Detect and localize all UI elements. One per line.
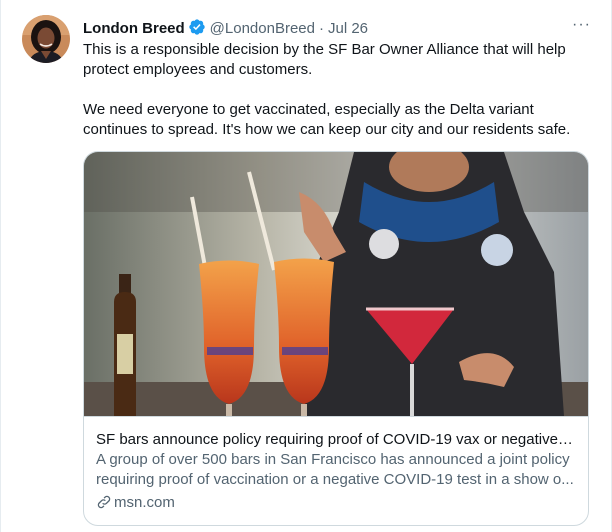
- link-preview-description: A group of over 500 bars in San Francisc…: [96, 451, 574, 488]
- tweet-paragraph-1: This is a responsible decision by the SF…: [83, 41, 566, 78]
- tweet-text: This is a responsible decision by the SF…: [83, 40, 588, 140]
- tweet-paragraph-2: We need everyone to get vaccinated, espe…: [83, 101, 571, 138]
- link-preview-card[interactable]: SF bars announce policy requiring proof …: [83, 151, 589, 526]
- link-preview-meta: SF bars announce policy requiring proof …: [84, 416, 588, 516]
- separator-dot: ·: [318, 20, 324, 37]
- tweet-timestamp[interactable]: Jul 26: [328, 20, 368, 37]
- link-preview-image: [84, 152, 588, 416]
- tweet-header: London Breed @LondonBreed · Jul 26: [83, 18, 368, 42]
- link-icon: [96, 494, 112, 516]
- avatar[interactable]: [22, 15, 70, 63]
- more-options-icon[interactable]: ···: [572, 16, 591, 34]
- verified-badge-icon: [188, 18, 206, 42]
- link-preview-domain: msn.com: [96, 493, 576, 516]
- author-handle[interactable]: @LondonBreed: [210, 20, 315, 37]
- avatar-image: [22, 15, 70, 63]
- tweet[interactable]: London Breed @LondonBreed · Jul 26 ··· This…: [0, 0, 612, 532]
- link-preview-title: SF bars announce policy requiring proof …: [96, 431, 576, 448]
- link-preview-domain-text: msn.com: [114, 494, 175, 511]
- author-name[interactable]: London Breed: [83, 20, 185, 37]
